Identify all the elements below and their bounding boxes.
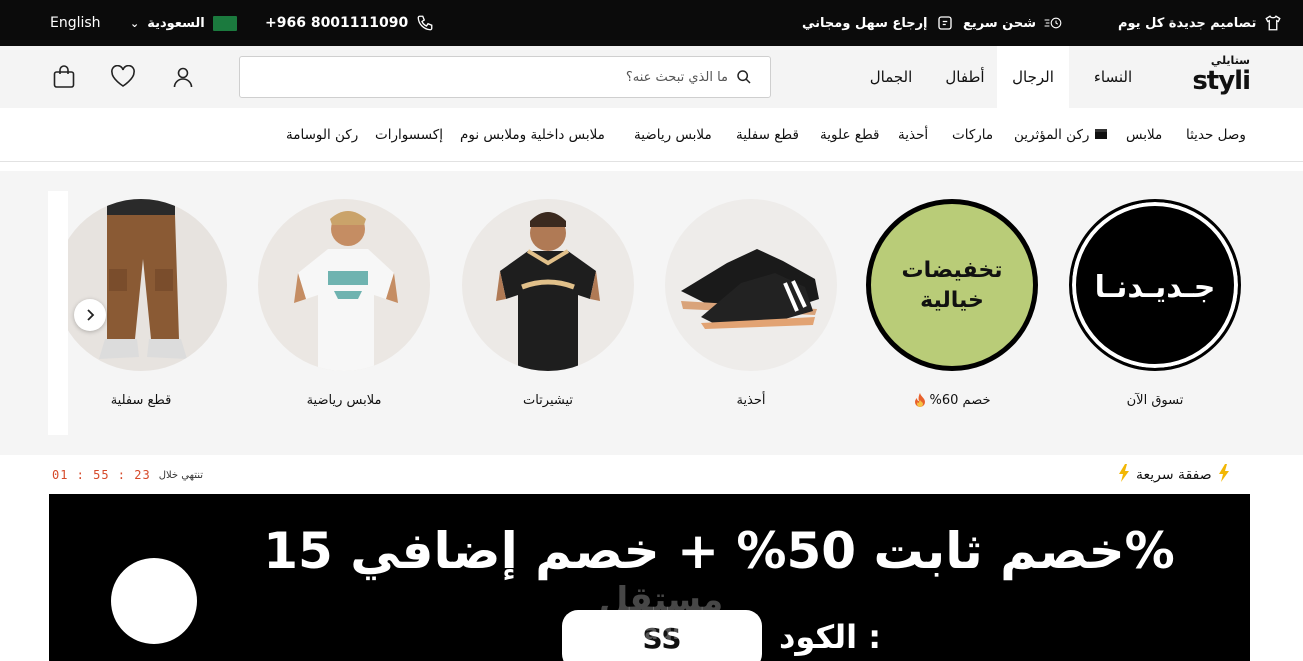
returns-label: إرجاع سهل ومجاني xyxy=(802,15,928,31)
search-icon[interactable] xyxy=(736,69,752,89)
circle-label-discount[interactable]: خصم 60% xyxy=(866,393,1038,411)
timer-digits: 01 : 55 : 23 xyxy=(52,468,151,482)
sneakers-image xyxy=(681,249,819,329)
tab-beauty[interactable]: الجمال xyxy=(860,46,922,108)
circle-label-tshirts[interactable]: تيشيرتات xyxy=(462,393,634,408)
search-input[interactable] xyxy=(248,63,728,91)
sale-line-1: تخفيضات xyxy=(901,258,1003,283)
tab-kids[interactable]: أطفال xyxy=(940,46,990,108)
tab-women[interactable]: النساء xyxy=(1070,46,1156,108)
language-label[interactable]: English xyxy=(50,15,101,31)
watermark-subtext: mostaql.com xyxy=(588,620,734,644)
styli-logo[interactable]: ستايلي styli xyxy=(1180,52,1252,100)
circle-sportswear[interactable] xyxy=(258,199,430,371)
shopping-bag-icon[interactable] xyxy=(49,62,79,92)
circle-label-bottoms[interactable]: قطع سفلية xyxy=(55,393,227,408)
carousel-edge-fade xyxy=(48,191,68,435)
circle-sale-text: تخفيضات خيالية xyxy=(871,256,1033,316)
cat-bottoms[interactable]: قطع سفلية xyxy=(736,108,799,162)
returns-info: إرجاع سهل ومجاني xyxy=(802,0,954,46)
shipping-info: شحن سريع xyxy=(963,0,1062,46)
lightning-icon xyxy=(1118,464,1130,486)
chevron-down-icon: ⌄ xyxy=(130,16,140,30)
search-box[interactable] xyxy=(239,56,771,98)
discount-label[interactable]: خصم 60% xyxy=(930,393,991,411)
circle-label-shop-now[interactable]: تسوق الآن xyxy=(1069,393,1241,408)
heart-icon[interactable] xyxy=(108,62,138,92)
lightning-icon xyxy=(1218,464,1230,486)
return-box-icon xyxy=(936,14,954,32)
fire-icon xyxy=(914,393,926,411)
phone-contact[interactable]: +966 8001111090 xyxy=(265,0,434,46)
sale-line-2: خيالية xyxy=(920,288,984,313)
flash-deal-title: صفقة سريعة xyxy=(1118,463,1230,487)
circle-sale[interactable]: تخفيضات خيالية xyxy=(866,199,1038,371)
sportswear-model-image xyxy=(294,211,398,371)
main-header: ستايلي styli النساء الرجال أطفال الجمال xyxy=(0,46,1303,108)
country-label[interactable]: السعودية xyxy=(147,16,205,31)
cat-sportswear[interactable]: ملابس رياضية xyxy=(634,108,712,162)
cat-brands[interactable]: ماركات xyxy=(952,108,993,162)
logo-english: styli xyxy=(1192,66,1251,96)
circle-label-shoes[interactable]: أحذية xyxy=(665,393,837,408)
circle-new-arrivals[interactable]: جـديـدنـا xyxy=(1069,199,1241,371)
country-selector[interactable]: ⌄ السعودية xyxy=(130,0,237,46)
cat-tops[interactable]: قطع علوية xyxy=(820,108,880,162)
timer-ends-label: تنتهي خلال xyxy=(158,469,204,481)
banner-circle-decoration xyxy=(111,558,197,644)
cat-accessories[interactable]: إكسسوارات xyxy=(375,108,443,162)
banner-headline: خصم ثابت 50% + خصم إضافي 15% xyxy=(263,522,1175,580)
carousel-arrow-button[interactable] xyxy=(74,299,106,331)
designs-label: تصاميم جديدة كل يوم xyxy=(1118,15,1257,31)
countdown-timer: 01 : 55 : 23 تنتهي خلال xyxy=(52,468,203,482)
top-bar: English ⌄ السعودية +966 8001111090 إرجاع… xyxy=(0,0,1303,46)
tshirt-model-image xyxy=(496,212,600,371)
circle-new-text: جـديـدنـا xyxy=(1094,270,1216,305)
box-icon xyxy=(1095,127,1108,143)
cat-underwear[interactable]: ملابس داخلية وملابس نوم xyxy=(460,108,605,162)
tshirt-icon xyxy=(1264,14,1282,32)
chevron-right-icon xyxy=(85,306,95,325)
cat-new-arrivals[interactable]: وصل حديثا xyxy=(1186,108,1246,162)
language-switch[interactable]: English xyxy=(50,0,101,46)
fast-clock-icon xyxy=(1044,14,1062,32)
phone-icon xyxy=(416,14,434,32)
circle-bottoms[interactable] xyxy=(55,199,227,371)
designs-info: تصاميم جديدة كل يوم xyxy=(1118,0,1282,46)
circle-label-sportswear[interactable]: ملابس رياضية xyxy=(258,393,430,408)
flash-deal-label: صفقة سريعة xyxy=(1136,467,1212,483)
cat-shoes[interactable]: أحذية xyxy=(898,108,928,162)
promo-code-label: الكود : xyxy=(779,618,882,656)
shipping-label: شحن سريع xyxy=(963,15,1037,31)
cat-clothing[interactable]: ملابس xyxy=(1126,108,1162,162)
pants-model-image xyxy=(99,199,187,359)
tab-men[interactable]: الرجال xyxy=(997,46,1069,108)
circle-tshirts[interactable] xyxy=(462,199,634,371)
user-icon[interactable] xyxy=(168,62,198,92)
category-circles: جـديـدنـا تسوق الآن تخفيضات خيالية خصم 6… xyxy=(0,171,1303,455)
cat-influencers[interactable]: ركن المؤثرين xyxy=(1014,108,1108,162)
cat-grooming[interactable]: ركن الوسامة xyxy=(286,108,358,162)
saudi-flag-icon xyxy=(212,15,237,31)
category-nav: وصل حديثا ملابس ركن المؤثرين ماركات أحذي… xyxy=(0,108,1303,162)
watermark-text: مستقل xyxy=(598,580,724,620)
promo-banner[interactable]: خصم ثابت 50% + خصم إضافي 15% SS الكود : … xyxy=(49,494,1250,661)
cat-influencers-label[interactable]: ركن المؤثرين xyxy=(1014,127,1089,143)
mostaql-watermark: مستقل mostaql.com xyxy=(571,580,751,648)
circle-shoes[interactable] xyxy=(665,199,837,371)
phone-number[interactable]: +966 8001111090 xyxy=(265,15,408,31)
